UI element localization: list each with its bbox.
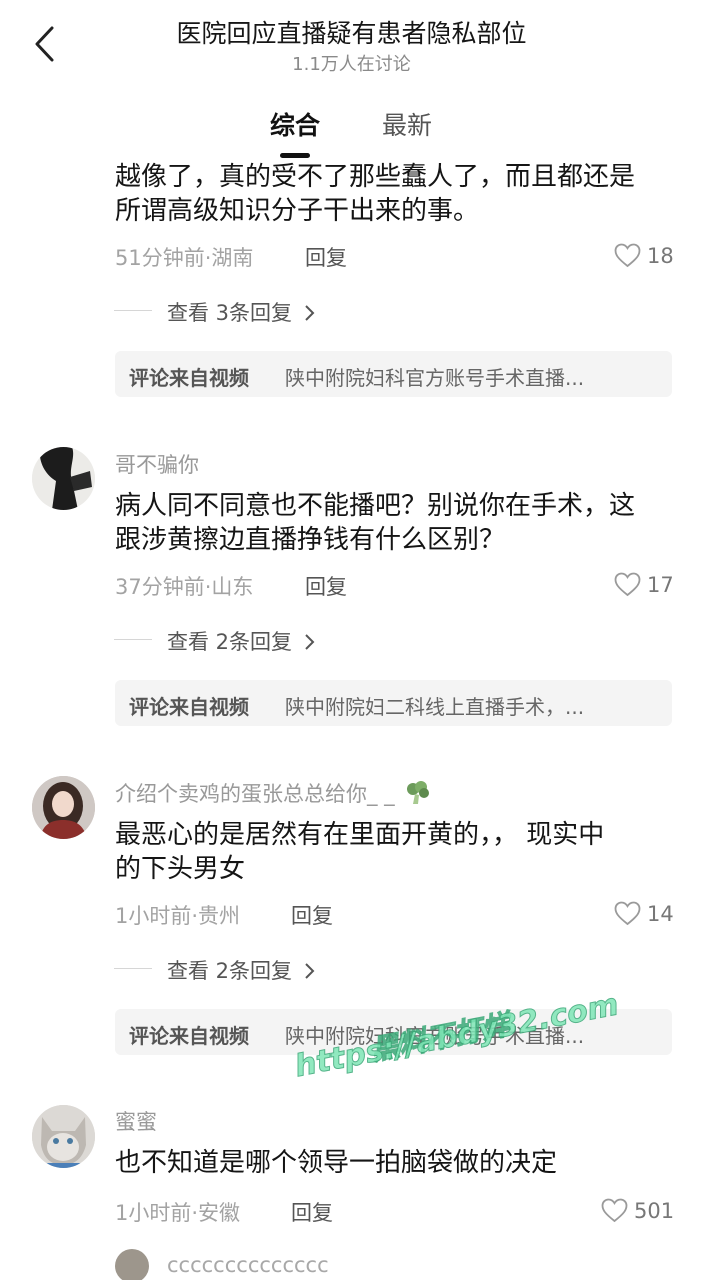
divider: [114, 968, 152, 969]
comment-meta: 1小时前·安徽: [115, 1201, 241, 1225]
comment-meta: 1小时前·贵州: [115, 904, 241, 928]
chevron-right-icon: [305, 305, 315, 321]
discussion-count: 1.1万人在讨论: [292, 54, 411, 75]
username[interactable]: 蜜蜜: [115, 1106, 157, 1136]
reply-button[interactable]: 回复: [305, 571, 347, 601]
video-source-label: 评论来自视频: [129, 1024, 249, 1048]
comment-text: 最恶心的是居然有在里面开黄的，， 现实中: [115, 820, 605, 850]
comment-meta: 37分钟前·山东: [115, 575, 254, 599]
like-count: 18: [647, 244, 674, 268]
avatar-image: [32, 447, 95, 510]
video-source-title: 陕中附院妇科官方账号手术直播...: [285, 366, 585, 390]
username[interactable]: 哥不骗你: [115, 449, 199, 479]
like-count: 501: [634, 1199, 675, 1223]
reply-button[interactable]: 回复: [291, 1197, 333, 1227]
like-count: 14: [647, 902, 674, 926]
comment-text: 的下头男女: [115, 854, 246, 884]
page-title: 医院回应直播疑有患者隐私部位: [176, 19, 527, 48]
chevron-right-icon: [305, 634, 315, 650]
video-source-box[interactable]: 评论来自视频 陕中附院妇二科线上直播手术，...: [115, 680, 672, 726]
comment-text: 也不知道是哪个领导一拍脑袋做的决定: [115, 1148, 558, 1178]
avatar[interactable]: [32, 776, 95, 839]
comment-text: 病人同不同意也不能播吧？别说你在手术，这: [115, 491, 636, 521]
video-source-label: 评论来自视频: [129, 366, 249, 390]
comment-meta: 51分钟前·湖南: [115, 246, 254, 270]
reply-button[interactable]: 回复: [291, 900, 333, 930]
comment-text: 跟涉黄擦边直播挣钱有什么区别？: [115, 525, 506, 555]
username[interactable]: 介绍个卖鸡的蛋张总总给你_ _: [115, 778, 431, 808]
avatar[interactable]: [32, 447, 95, 510]
tab-comprehensive[interactable]: 综合: [270, 106, 320, 142]
video-source-label: 评论来自视频: [129, 695, 249, 719]
avatar[interactable]: [115, 1249, 149, 1280]
view-replies-link[interactable]: 查看 2条回复: [167, 626, 317, 656]
video-source-box[interactable]: 评论来自视频 陕中附院妇科官方账号手术直播...: [115, 351, 672, 397]
chevron-right-icon: [305, 963, 315, 979]
avatar-image: [32, 1105, 95, 1168]
comment-feed: 越像了，真的受不了那些蠢人了，而且都还是 所谓高级知识分子干出来的事。 51分钟…: [0, 0, 703, 1280]
comment-text: 所谓高级知识分子干出来的事。: [115, 196, 480, 226]
top-bar: 医院回应直播疑有患者隐私部位 1.1万人在讨论 综合 最新: [0, 0, 703, 160]
active-tab-indicator: [280, 153, 310, 158]
view-replies-link[interactable]: 查看 2条回复: [167, 955, 317, 985]
heart-icon[interactable]: [601, 1198, 628, 1223]
divider: [114, 639, 152, 640]
broccoli-icon: [407, 781, 430, 804]
view-replies-link[interactable]: 查看 3条回复: [167, 297, 317, 327]
comment-text: 越像了，真的受不了那些蠢人了，而且都还是: [115, 162, 636, 192]
reply-button[interactable]: 回复: [305, 242, 347, 272]
username[interactable]: cccccccccccccc: [167, 1253, 329, 1277]
like-count: 17: [647, 573, 674, 597]
divider: [114, 310, 152, 311]
heart-icon[interactable]: [614, 572, 641, 597]
avatar-image: [32, 776, 95, 839]
avatar[interactable]: [32, 1105, 95, 1168]
heart-icon[interactable]: [614, 243, 641, 268]
heart-icon[interactable]: [614, 901, 641, 926]
video-source-title: 陕中附院妇二科线上直播手术，...: [285, 695, 585, 719]
tab-latest[interactable]: 最新: [382, 106, 432, 142]
